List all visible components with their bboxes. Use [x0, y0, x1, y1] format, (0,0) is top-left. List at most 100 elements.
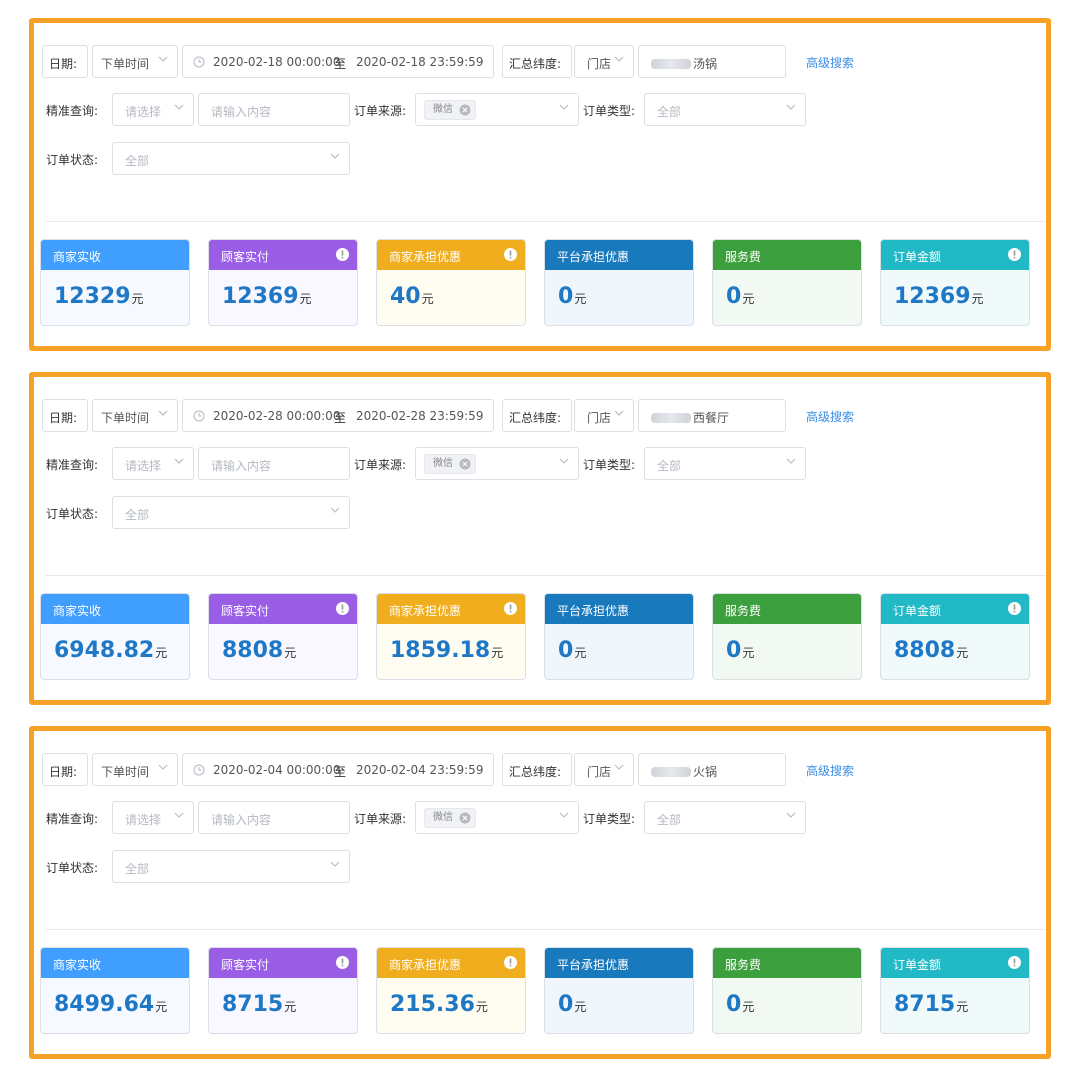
stat-card-value: 0元	[558, 284, 586, 309]
query-input[interactable]: 请输入内容	[198, 801, 350, 834]
close-icon[interactable]	[459, 458, 471, 470]
stat-unit: 元	[574, 292, 587, 306]
order-summary-panel: 日期: 下单时间 2020-02-28 00:00:00 至 2020-02-2…	[29, 372, 1051, 705]
divider	[46, 575, 1046, 576]
chevron-down-icon	[613, 761, 625, 773]
date-range-picker[interactable]: 2020-02-18 00:00:00 至 2020-02-18 23:59:5…	[182, 45, 494, 78]
clock-icon	[193, 410, 205, 422]
dimension-label-box: 汇总纬度:	[502, 399, 572, 432]
stat-unit: 元	[284, 1000, 297, 1014]
stat-unit: 元	[742, 646, 755, 660]
query-field-select[interactable]: 请选择	[112, 93, 194, 126]
stat-card-value: 1859.18元	[390, 638, 503, 663]
stat-card-value: 0元	[726, 638, 754, 663]
stat-card-header: 商家实收	[41, 240, 189, 270]
info-icon[interactable]	[504, 956, 517, 969]
chevron-down-icon	[785, 101, 797, 113]
date-label: 日期:	[49, 765, 78, 779]
order-type-label: 订单类型:	[583, 458, 636, 472]
info-icon[interactable]	[336, 956, 349, 969]
stat-number: 12369	[894, 284, 971, 309]
query-field-select[interactable]: 请选择	[112, 447, 194, 480]
time-type-select[interactable]: 下单时间	[92, 45, 178, 78]
query-input[interactable]: 请输入内容	[198, 447, 350, 480]
dimension-select[interactable]: 门店	[574, 399, 634, 432]
stat-card: 商家承担优惠 215.36元	[376, 947, 526, 1034]
order-status-select[interactable]: 全部	[112, 850, 350, 883]
stat-card-value: 8499.64元	[54, 992, 167, 1017]
date-end: 2020-02-04 23:59:59	[356, 763, 484, 777]
select-placeholder: 请选择	[125, 459, 162, 473]
store-select[interactable]: 火锅	[638, 753, 786, 786]
stat-card-title: 服务费	[725, 250, 762, 264]
chevron-down-icon	[157, 407, 169, 419]
close-icon[interactable]	[459, 104, 471, 116]
stat-card-title: 订单金额	[893, 958, 942, 972]
stat-card: 服务费 0元	[712, 947, 862, 1034]
order-status-value: 全部	[125, 862, 150, 876]
stat-card-value: 8715元	[894, 992, 968, 1017]
order-type-select[interactable]: 全部	[644, 93, 806, 126]
store-select[interactable]: 汤锅	[638, 45, 786, 78]
order-source-select[interactable]: 微信	[415, 447, 579, 480]
info-icon[interactable]	[336, 602, 349, 615]
source-tag[interactable]: 微信	[424, 808, 476, 828]
info-icon[interactable]	[1008, 956, 1021, 969]
dimension-label-box: 汇总纬度:	[502, 753, 572, 786]
dimension-select[interactable]: 门店	[574, 753, 634, 786]
date-range-picker[interactable]: 2020-02-04 00:00:00 至 2020-02-04 23:59:5…	[182, 753, 494, 786]
stat-card: 商家实收 12329元	[40, 239, 190, 326]
stat-unit: 元	[574, 1000, 587, 1014]
order-source-select[interactable]: 微信	[415, 801, 579, 834]
filter-row-3: 订单状态: 全部	[42, 142, 1038, 176]
advanced-search-link[interactable]: 高级搜索	[806, 54, 854, 71]
source-tag[interactable]: 微信	[424, 100, 476, 120]
stat-card-value: 0元	[726, 284, 754, 309]
store-value: 汤锅	[651, 55, 717, 72]
dimension-label-box: 汇总纬度:	[502, 45, 572, 78]
stat-number: 0	[726, 638, 742, 663]
stat-card-title: 订单金额	[893, 250, 942, 264]
info-icon[interactable]	[336, 248, 349, 261]
query-input[interactable]: 请输入内容	[198, 93, 350, 126]
order-type-select[interactable]: 全部	[644, 447, 806, 480]
stat-card-header: 商家承担优惠	[377, 240, 525, 270]
stat-card-title: 商家实收	[53, 250, 102, 264]
stat-card-header: 顾客实付	[209, 594, 357, 624]
chevron-down-icon	[785, 809, 797, 821]
advanced-search-link[interactable]: 高级搜索	[806, 408, 854, 425]
date-start: 2020-02-28 00:00:00	[213, 409, 341, 423]
clock-icon	[193, 56, 205, 68]
stat-card-header: 订单金额	[881, 240, 1029, 270]
time-type-select[interactable]: 下单时间	[92, 399, 178, 432]
info-icon[interactable]	[504, 248, 517, 261]
advanced-search-link[interactable]: 高级搜索	[806, 762, 854, 779]
dimension-label: 汇总纬度:	[509, 57, 562, 71]
chevron-down-icon	[329, 858, 341, 870]
info-icon[interactable]	[1008, 602, 1021, 615]
source-tag[interactable]: 微信	[424, 454, 476, 474]
order-status-select[interactable]: 全部	[112, 142, 350, 175]
dimension-select[interactable]: 门店	[574, 45, 634, 78]
order-status-value: 全部	[125, 154, 150, 168]
order-source-label: 订单来源:	[354, 458, 407, 472]
close-icon[interactable]	[459, 812, 471, 824]
stat-unit: 元	[284, 646, 297, 660]
stat-card-header: 服务费	[713, 240, 861, 270]
store-select[interactable]: 西餐厅	[638, 399, 786, 432]
order-summary-panel: 日期: 下单时间 2020-02-18 00:00:00 至 2020-02-1…	[29, 18, 1051, 351]
date-range-picker[interactable]: 2020-02-28 00:00:00 至 2020-02-28 23:59:5…	[182, 399, 494, 432]
query-field-select[interactable]: 请选择	[112, 801, 194, 834]
filter-row-1: 日期: 下单时间 2020-02-28 00:00:00 至 2020-02-2…	[42, 399, 1038, 433]
time-type-select[interactable]: 下单时间	[92, 753, 178, 786]
stat-number: 8715	[222, 992, 284, 1017]
info-icon[interactable]	[1008, 248, 1021, 261]
order-source-select[interactable]: 微信	[415, 93, 579, 126]
stat-number: 215.36	[390, 992, 475, 1017]
stat-number: 6948.82	[54, 638, 155, 663]
info-icon[interactable]	[504, 602, 517, 615]
dimension-label: 汇总纬度:	[509, 765, 562, 779]
order-type-select[interactable]: 全部	[644, 801, 806, 834]
order-status-select[interactable]: 全部	[112, 496, 350, 529]
stat-card-header: 订单金额	[881, 594, 1029, 624]
